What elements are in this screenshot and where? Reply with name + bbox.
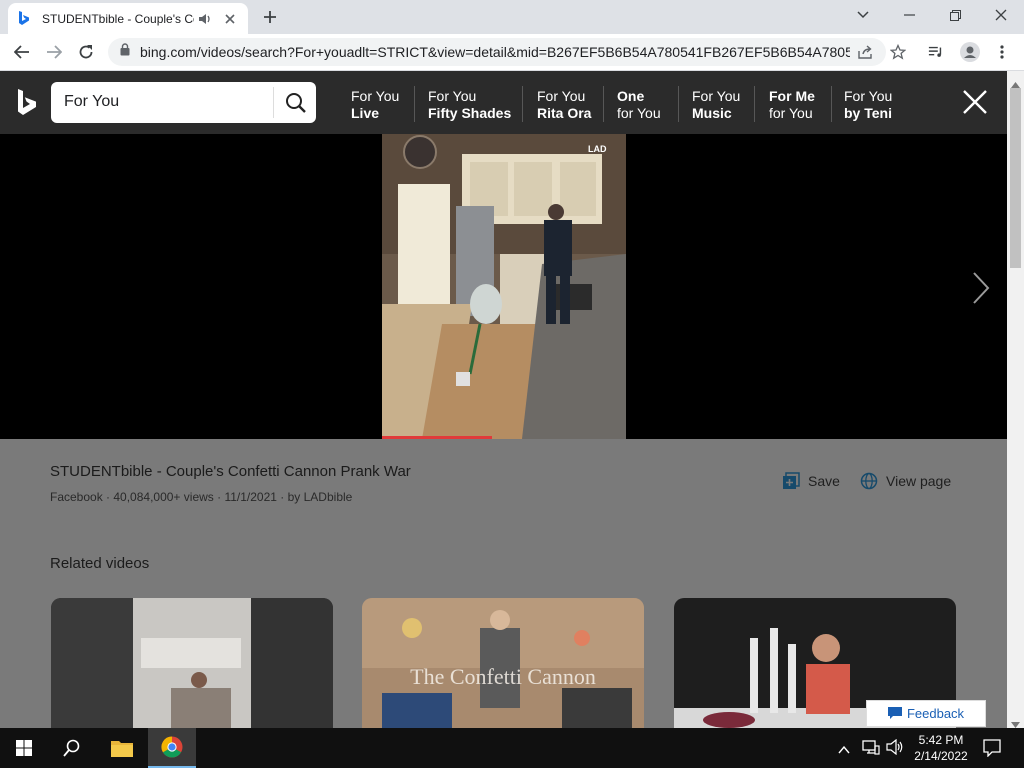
related-video-thumbnail [51,598,333,733]
related-video-card[interactable] [51,598,333,733]
video-title[interactable]: STUDENTbible - Couple's Confetti Cannon … [50,463,411,480]
page-scrollbar[interactable] [1007,71,1024,728]
save-button[interactable]: Save [782,471,840,491]
save-plus-icon [782,472,800,490]
scroll-up-arrow-icon[interactable] [1011,75,1020,88]
related-search-divider [522,86,523,122]
kebab-menu-icon[interactable] [994,44,1010,60]
close-window-icon[interactable] [978,0,1024,30]
feedback-button[interactable]: Feedback [866,700,986,727]
related-search-divider [831,86,832,122]
file-explorer-icon[interactable] [98,728,146,768]
related-search-divider [603,86,604,122]
bing-overlay-header: For You Live For You Fifty Shades For Yo… [0,71,1007,134]
related-search-4[interactable]: For You Music [692,88,740,122]
tray-chevron-up-icon[interactable] [838,741,852,754]
address-bar[interactable]: bing.com/videos/search?For+youadlt=STRIC… [108,38,886,66]
minimize-icon[interactable] [886,0,932,30]
profile-avatar-icon[interactable] [960,42,980,62]
reload-icon[interactable] [72,38,100,66]
next-video-chevron-icon[interactable] [968,270,994,306]
tab-search-icon[interactable] [840,0,886,30]
related-search-3[interactable]: One for You [617,88,661,122]
taskbar-search-icon[interactable] [48,728,96,768]
kitchen-video-thumbnail: LAD [382,134,626,439]
media-control-icon[interactable] [928,44,944,60]
back-arrow-icon[interactable] [8,38,36,66]
bing-favicon-icon [16,11,32,27]
browser-toolbar: bing.com/videos/search?For+youadlt=STRIC… [0,34,1024,71]
video-player[interactable]: LAD [0,134,1007,439]
related-search-divider [754,86,755,122]
video-views: 40,084,000+ views [113,490,214,504]
bing-logo-icon[interactable] [16,89,40,117]
clock-date: 2/14/2022 [914,749,968,763]
windows-taskbar: 5:42 PM 2/14/2022 [0,728,1024,768]
related-video-card[interactable]: The Confetti Cannon [362,598,644,733]
view-page-button[interactable]: View page [860,471,951,491]
video-source: Facebook [50,490,103,504]
search-input[interactable] [64,91,269,113]
system-clock[interactable]: 5:42 PM 2/14/2022 [908,732,974,764]
speaker-icon[interactable] [198,11,214,27]
clock-time: 5:42 PM [918,733,964,747]
share-icon[interactable] [858,44,874,60]
network-icon[interactable] [862,739,880,755]
view-page-label: View page [886,473,952,489]
related-search-divider [414,86,415,122]
related-video-thumbnail: The Confetti Cannon [362,598,644,733]
related-search-6[interactable]: For You by Teni [844,88,892,122]
video-frame[interactable]: LAD [382,134,626,439]
windows-start-icon[interactable] [0,728,48,768]
lock-icon[interactable] [120,43,130,61]
globe-icon [860,472,878,490]
related-search-2[interactable]: For You Rita Ora [537,88,591,122]
search-divider [273,87,274,118]
video-details-panel: STUDENTbible - Couple's Confetti Cannon … [0,439,1007,733]
related-search-0[interactable]: For You Live [351,88,399,122]
scroll-down-arrow-icon[interactable] [1011,715,1020,728]
tab-title: STUDENTbible - Couple's Confetti Cannon … [42,11,194,26]
feedback-label: Feedback [906,706,965,721]
notification-center-icon[interactable] [983,739,1001,758]
close-tab-icon[interactable] [222,11,238,27]
browser-tab[interactable]: STUDENTbible - Couple's Confetti Cannon … [8,3,248,34]
ladbible-watermark: LAD [588,144,607,154]
related-search-1[interactable]: For You Fifty Shades [428,88,511,122]
forward-arrow-icon[interactable] [40,38,68,66]
tab-strip: STUDENTbible - Couple's Confetti Cannon … [0,0,1024,34]
scroll-thumb[interactable] [1010,88,1021,268]
related-search-divider [678,86,679,122]
video-author: by LADbible [287,490,353,504]
search-box [51,82,316,123]
video-metadata: Facebook · 40,084,000+ views · 11/1/2021… [50,490,353,504]
confetti-cannon-overlay-text: The Confetti Cannon [410,664,596,689]
related-videos-heading: Related videos [50,555,150,572]
close-overlay-icon[interactable] [962,89,988,115]
save-label: Save [808,473,840,489]
chrome-taskbar-icon[interactable] [148,728,196,768]
video-date: 11/1/2021 [224,490,277,504]
restore-icon[interactable] [932,0,978,30]
url-text[interactable]: bing.com/videos/search?For+youadlt=STRIC… [140,44,850,60]
related-search-5[interactable]: For Me for You [769,88,815,122]
new-tab-icon[interactable] [258,6,282,28]
bookmark-star-icon[interactable] [890,44,906,60]
search-icon[interactable] [283,90,309,116]
feedback-chat-icon [887,707,902,720]
volume-icon[interactable] [886,738,904,756]
